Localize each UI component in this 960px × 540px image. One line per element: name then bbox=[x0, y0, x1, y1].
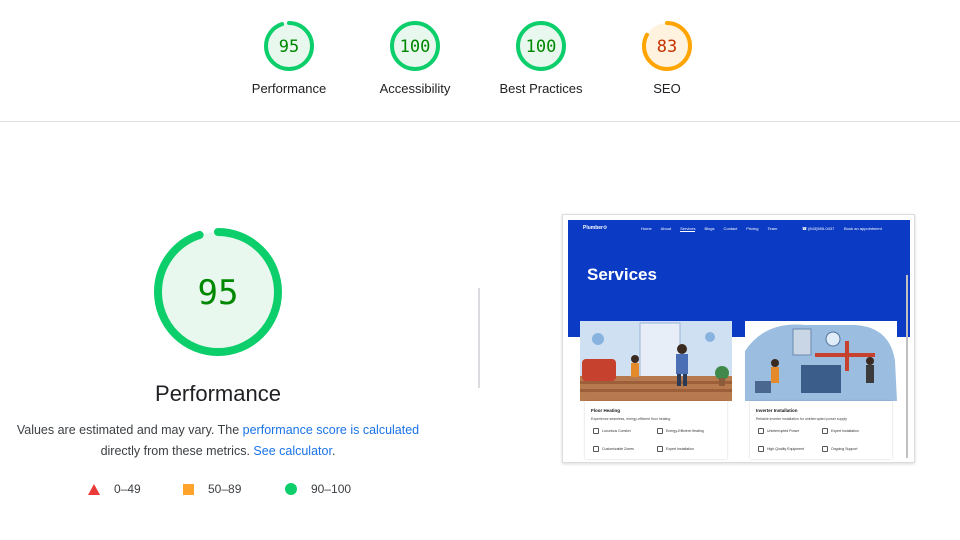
performance-score-link[interactable]: performance score is calculated bbox=[243, 423, 419, 437]
site-navbar: Plumber⚙ Home About Services Blogs Conta… bbox=[568, 220, 910, 236]
gauge-seo-ring: 83 bbox=[642, 21, 692, 71]
service-card-inverter-installation: Inverter Installation Reliable inverter … bbox=[745, 321, 897, 459]
legend-pass: 90–100 bbox=[285, 482, 351, 496]
site-logo: Plumber⚙ bbox=[583, 225, 608, 231]
gauge-performance-ring: 95 bbox=[264, 21, 314, 71]
gauge-best-practices[interactable]: 100 Best Practices bbox=[486, 20, 596, 96]
card-feature: Customizable Zones bbox=[593, 446, 634, 452]
card-feature: Expert Installation bbox=[657, 446, 694, 452]
feature-icon bbox=[657, 428, 663, 434]
average-square-icon bbox=[183, 483, 194, 495]
site-nav-item: Blogs bbox=[704, 226, 715, 231]
inverter-installation-illustration bbox=[745, 321, 897, 401]
gauge-seo[interactable]: 83 SEO bbox=[612, 20, 722, 96]
desc-text-3: . bbox=[331, 444, 336, 458]
site-nav-item: About bbox=[660, 226, 672, 231]
site-nav-item: Team bbox=[767, 226, 778, 231]
gauge-performance-label: Performance bbox=[251, 81, 327, 96]
pass-circle-icon bbox=[285, 483, 297, 495]
card-feature: Ongoing Support bbox=[822, 446, 857, 452]
card-title: Floor Heating bbox=[591, 408, 620, 413]
card-title: Inverter Installation bbox=[756, 408, 798, 413]
site-nav-item: Pricing bbox=[746, 226, 759, 231]
floor-heating-illustration bbox=[580, 321, 732, 401]
card-subtitle: Experience seamless, energy-efficient fl… bbox=[591, 417, 671, 421]
card-feature: Luxurious Comfort bbox=[593, 428, 631, 434]
feature-icon bbox=[822, 428, 828, 434]
feature-icon bbox=[593, 446, 599, 452]
gauge-accessibility[interactable]: 100 Accessibility bbox=[360, 20, 470, 96]
site-hero: Plumber⚙ Home About Services Blogs Conta… bbox=[568, 220, 910, 337]
gauge-accessibility-score: 100 bbox=[400, 37, 431, 57]
feature-icon bbox=[822, 446, 828, 452]
legend-pass-label: 90–100 bbox=[311, 482, 352, 496]
card-feature: Energy-Efficient Heating bbox=[657, 428, 704, 434]
category-gauges-bar: 95 Performance 100 Accessibility 100 Bes… bbox=[0, 0, 960, 122]
site-nav-item: Contact bbox=[723, 226, 738, 231]
card-subtitle: Reliable inverter installation for unint… bbox=[756, 417, 848, 421]
site-nav-item-active: Services bbox=[680, 226, 696, 232]
feature-icon bbox=[593, 428, 599, 434]
feature-icon bbox=[758, 446, 764, 452]
card-feature: Uninterrupted Power bbox=[758, 428, 799, 434]
gauge-accessibility-label: Accessibility bbox=[379, 81, 451, 96]
legend-fail-label: 0–49 bbox=[114, 482, 141, 496]
performance-title: Performance bbox=[155, 381, 281, 406]
see-calculator-link[interactable]: See calculator bbox=[253, 444, 332, 458]
desc-text-1: Values are estimated and may vary. The bbox=[16, 423, 243, 437]
feature-icon bbox=[657, 446, 663, 452]
gauge-best-practices-ring: 100 bbox=[516, 21, 566, 71]
legend-average: 50–89 bbox=[183, 482, 241, 496]
fail-triangle-icon bbox=[88, 483, 100, 495]
section-divider bbox=[478, 288, 480, 388]
inverter-installation-info: Inverter Installation Reliable inverter … bbox=[750, 401, 892, 459]
final-screenshot-thumbnail[interactable]: Plumber⚙ Home About Services Blogs Conta… bbox=[562, 214, 915, 463]
gauge-seo-label: SEO bbox=[653, 81, 681, 96]
performance-description: Values are estimated and may vary. The p… bbox=[0, 420, 436, 462]
gauge-best-practices-label: Best Practices bbox=[499, 81, 583, 96]
card-feature: High-Quality Equipment bbox=[758, 446, 804, 452]
legend-fail: 0–49 bbox=[88, 482, 141, 496]
card-feature: Expert Installation bbox=[822, 428, 859, 434]
performance-main-gauge: 95 bbox=[154, 228, 282, 356]
legend-average-label: 50–89 bbox=[208, 482, 242, 496]
site-nav-items: Home About Services Blogs Contact Pricin… bbox=[641, 226, 777, 232]
site-scrollbar bbox=[906, 275, 908, 458]
site-nav-item: Home bbox=[641, 226, 652, 231]
desc-text-2: directly from these metrics. bbox=[100, 444, 254, 458]
site-phone: ☎ (843)555-0437 bbox=[802, 226, 835, 231]
gauge-performance[interactable]: 95 Performance bbox=[234, 20, 344, 96]
gauge-best-practices-score: 100 bbox=[526, 37, 557, 57]
service-card-floor-heating: Floor Heating Experience seamless, energ… bbox=[580, 321, 732, 459]
gauge-performance-score: 95 bbox=[279, 37, 299, 57]
site-cta: Book an appointment bbox=[844, 226, 882, 231]
feature-icon bbox=[758, 428, 764, 434]
site-heading: Services bbox=[587, 265, 657, 284]
performance-main-score: 95 bbox=[198, 273, 239, 313]
gauge-accessibility-ring: 100 bbox=[390, 21, 440, 71]
floor-heating-info: Floor Heating Experience seamless, energ… bbox=[585, 401, 727, 459]
gauge-seo-score: 83 bbox=[657, 37, 677, 57]
